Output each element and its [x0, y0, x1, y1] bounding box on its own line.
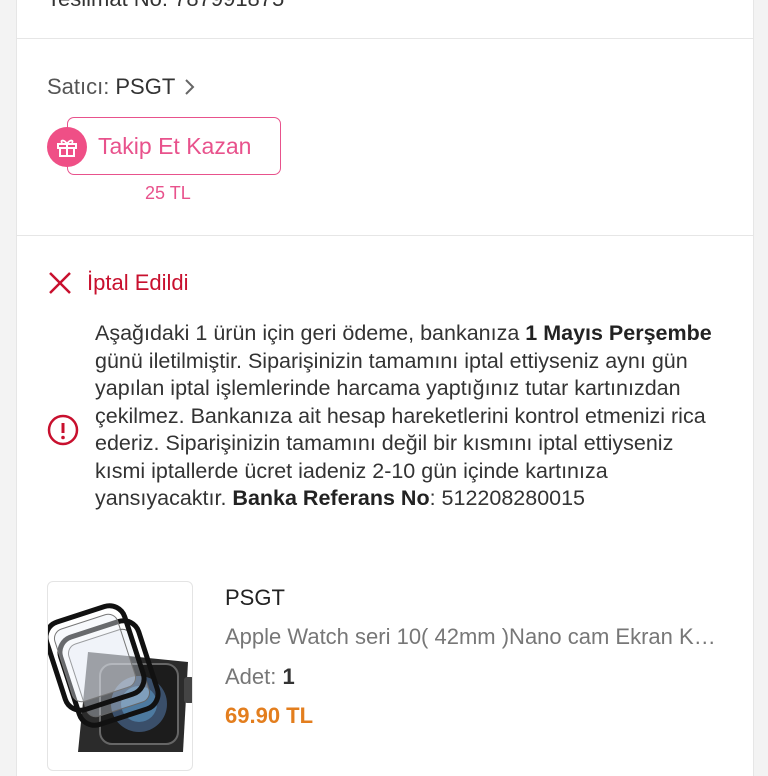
follow-earn-label: Takip Et Kazan — [98, 132, 252, 159]
seller-label: Satıcı: — [47, 74, 110, 99]
order-status: İptal Edildi — [47, 270, 189, 296]
chevron-right-icon — [185, 79, 195, 95]
watch-screen-protector-image — [48, 603, 192, 752]
product-brand: PSGT — [225, 585, 285, 610]
product-quantity: Adet: 1 — [225, 664, 295, 690]
info-circle-icon — [47, 414, 79, 446]
quantity-label: Adet: — [225, 664, 277, 689]
delivery-number-text: Teslimat No: 787991875 — [47, 0, 284, 12]
product-image[interactable] — [47, 581, 193, 771]
seller-card: Satıcı: PSGT Takip Et Kazan 25 TL — [16, 39, 754, 236]
refund-date: 1 Mayıs Perşembe — [525, 321, 712, 345]
quantity-value: 1 — [282, 664, 295, 689]
bank-ref-separator: : — [429, 486, 442, 510]
order-card: İptal Edildi Aşağıdaki 1 ürün için geri … — [16, 236, 754, 776]
bank-ref-label: Banka Referans No — [232, 486, 430, 510]
bank-ref-value: 512208280015 — [441, 486, 586, 510]
gift-icon — [47, 127, 87, 167]
seller-link[interactable]: Satıcı: PSGT — [47, 74, 195, 100]
follow-earn-button[interactable]: Takip Et Kazan — [67, 117, 281, 175]
delivery-card: Teslimat No: 787991875 — [16, 0, 754, 39]
close-x-icon — [49, 272, 71, 294]
refund-info-text: Aşağıdaki 1 ürün için geri ödeme, bankan… — [95, 320, 715, 513]
refund-info-part1: Aşağıdaki 1 ürün için geri ödeme, bankan… — [95, 321, 526, 345]
reward-amount: 25 TL — [145, 183, 191, 203]
seller-name: PSGT — [115, 74, 176, 99]
product-price: 69.90 TL — [225, 703, 314, 728]
product-title[interactable]: Apple Watch seri 10( 42mm )Nano cam Ekra… — [225, 624, 725, 650]
status-text: İptal Edildi — [87, 270, 189, 295]
